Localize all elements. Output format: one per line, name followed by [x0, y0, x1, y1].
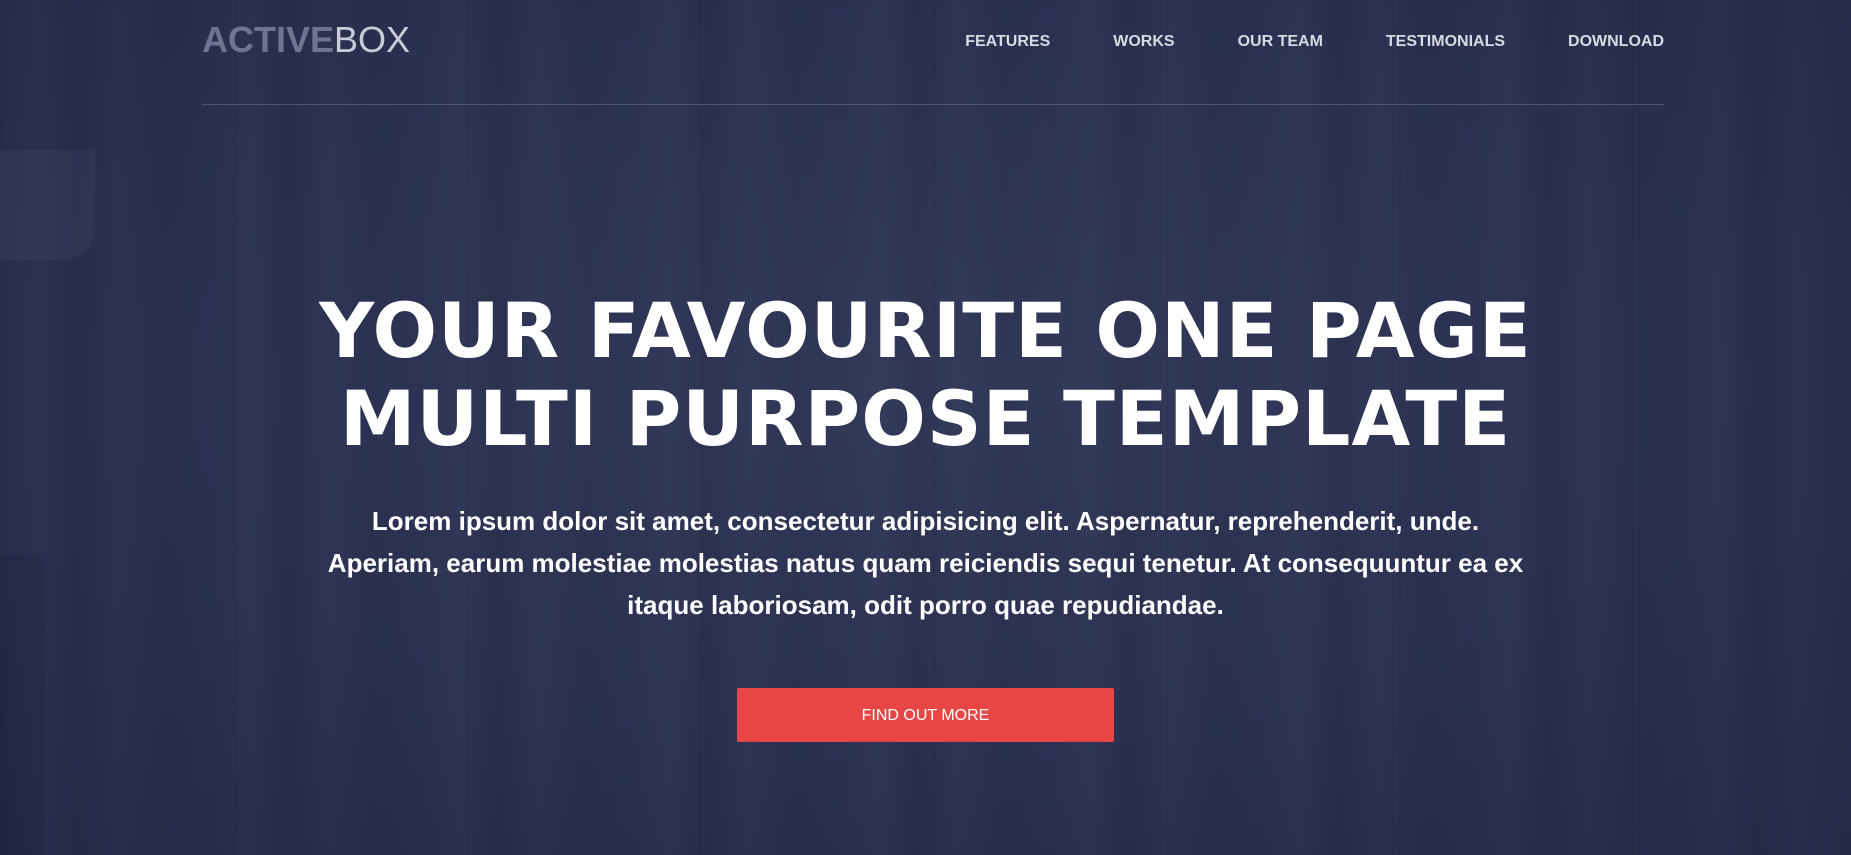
logo[interactable]: ACTIVEBOX [202, 20, 410, 60]
hero-background: ACTIVEBOX FEATURES WORKS OUR TEAM TESTIM… [0, 0, 1851, 855]
find-out-more-button[interactable]: FIND OUT MORE [737, 688, 1114, 742]
nav-item-our-team[interactable]: OUR TEAM [1238, 31, 1323, 53]
nav-item-features[interactable]: FEATURES [965, 31, 1050, 53]
nav-item-works[interactable]: WORKS [1113, 31, 1174, 53]
hero-headline-line2: MULTI PURPOSE TEMPLATE [339, 374, 1512, 463]
hero-headline-line1: YOUR FAVOURITE ONE PAGE [319, 286, 1532, 375]
nav-item-testimonials[interactable]: TESTIMONIALS [1386, 31, 1505, 53]
hero-content: YOUR FAVOURITE ONE PAGE MULTI PURPOSE TE… [0, 287, 1851, 742]
top-navigation: ACTIVEBOX FEATURES WORKS OUR TEAM TESTIM… [202, 0, 1664, 105]
nav-item-download[interactable]: DOWNLOAD [1568, 31, 1664, 53]
nav-menu: FEATURES WORKS OUR TEAM TESTIMONIALS DOW… [902, 31, 1664, 53]
logo-text-box: BOX [334, 19, 411, 60]
background-shadow [0, 150, 95, 260]
hero-description: Lorem ipsum dolor sit amet, consectetur … [327, 506, 1524, 620]
hero-headline: YOUR FAVOURITE ONE PAGE MULTI PURPOSE TE… [226, 287, 1626, 463]
logo-text-active: ACTIVE [202, 19, 335, 60]
